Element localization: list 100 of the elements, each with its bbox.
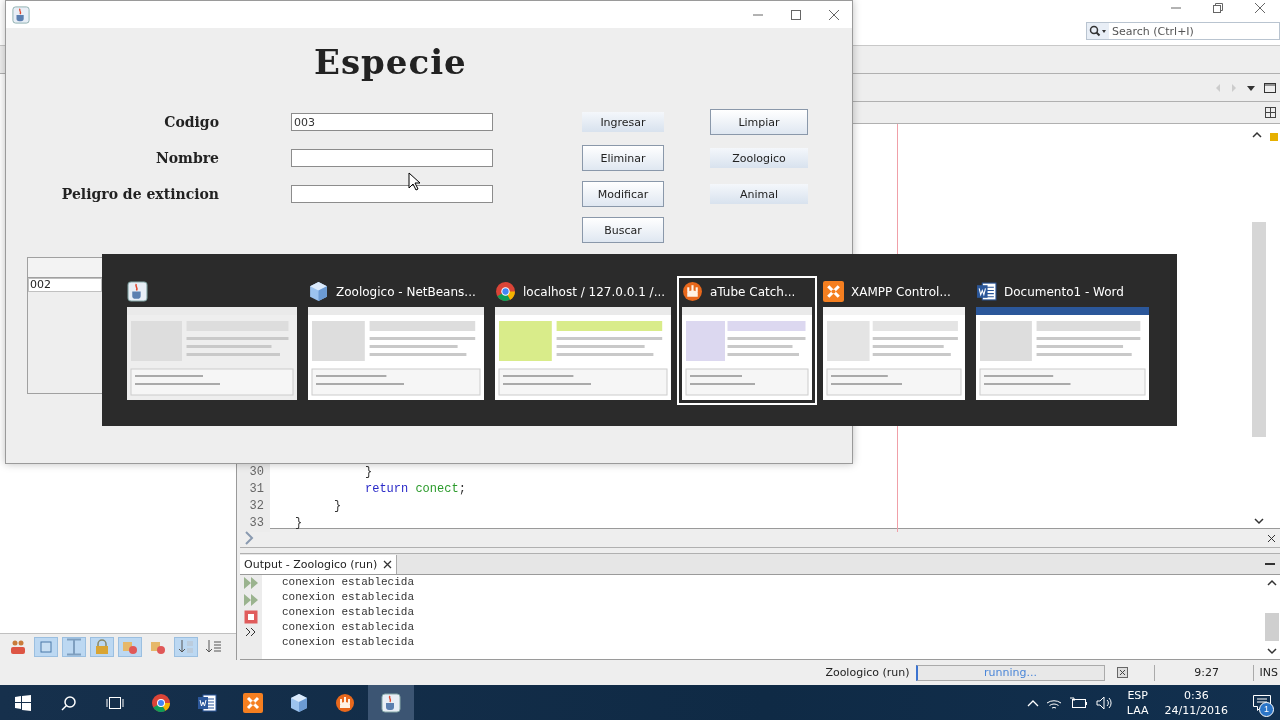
nav-button[interactable]: Animal xyxy=(710,184,808,204)
restore-icon[interactable] xyxy=(1212,2,1224,14)
paw-icon xyxy=(335,692,355,713)
form-title: Especie xyxy=(314,42,467,82)
toolbar-toggle[interactable] xyxy=(118,637,142,657)
cancel-icon[interactable] xyxy=(1116,667,1128,678)
code-line: } xyxy=(365,465,373,479)
output-line: conexion establecida xyxy=(282,620,416,635)
grid-icon[interactable] xyxy=(1265,107,1276,118)
line-number: 31 xyxy=(248,481,265,498)
action-button[interactable]: Ingresar xyxy=(582,112,664,132)
scroll-up-icon[interactable] xyxy=(1252,131,1262,139)
chevron-up-icon[interactable] xyxy=(1026,698,1039,707)
search-field[interactable]: Search (Ctrl+I) xyxy=(1086,22,1280,40)
code-line: } xyxy=(295,516,303,530)
stop-icon[interactable] xyxy=(244,610,258,624)
notification-count: 1 xyxy=(1259,702,1274,717)
scrollbar-thumb[interactable] xyxy=(1265,613,1279,641)
code-line: } xyxy=(334,499,342,513)
people-icon xyxy=(9,638,27,656)
output-line: conexion establecida xyxy=(282,575,416,590)
chrome-icon xyxy=(151,692,171,713)
lock-icon xyxy=(93,638,111,656)
toolbar-toggle[interactable] xyxy=(174,637,198,657)
text-field[interactable]: 003 xyxy=(291,113,493,131)
task-status-box: running... xyxy=(915,664,1105,681)
line-number: 32 xyxy=(248,498,265,515)
switcher-item[interactable]: localhost / 127.0.0.1 /... xyxy=(490,276,676,405)
window-title: aTube Catch... xyxy=(710,284,796,299)
bar-icon xyxy=(65,638,83,656)
cup-icon xyxy=(381,692,401,713)
cube-icon xyxy=(289,692,309,713)
close-icon[interactable] xyxy=(383,560,393,569)
cube-icon xyxy=(308,281,329,302)
marker-icon xyxy=(1270,133,1278,141)
window-title: localhost / 127.0.0.1 /... xyxy=(523,284,666,299)
action-button[interactable]: Modificar xyxy=(582,181,664,207)
more-icon[interactable] xyxy=(245,627,257,637)
cursor-icon xyxy=(408,172,420,191)
sort-icon xyxy=(177,638,195,656)
output-line: conexion establecida xyxy=(282,605,416,620)
close-icon[interactable] xyxy=(1254,2,1266,14)
line-number: 33 xyxy=(248,515,265,532)
switcher-item[interactable]: aTube Catch... xyxy=(677,276,817,405)
language-indicator[interactable]: ESP xyxy=(1127,687,1148,703)
table-cell[interactable]: 002 xyxy=(28,278,102,292)
insert-mode: INS xyxy=(1259,666,1278,679)
task-label: Zoologico (run) xyxy=(825,666,910,679)
battery-icon[interactable] xyxy=(1068,695,1089,710)
scroll-down-icon[interactable] xyxy=(1254,517,1264,525)
clock-date[interactable]: 24/11/2016 xyxy=(1164,702,1228,718)
toolbar-toggle[interactable] xyxy=(34,637,58,657)
text-field[interactable] xyxy=(291,185,493,203)
volume-icon[interactable] xyxy=(1094,694,1113,711)
xampp-icon xyxy=(243,692,263,713)
output-tab[interactable]: Output - Zoologico (run) xyxy=(240,555,398,574)
square-icon xyxy=(37,638,55,656)
toolbar-toggle[interactable] xyxy=(62,637,86,657)
clock-time[interactable]: 0:36 xyxy=(1183,687,1209,703)
field-label: Nombre xyxy=(154,150,219,166)
window-title: Documento1 - Word xyxy=(1004,284,1124,299)
toolbar-toggle[interactable] xyxy=(90,637,114,657)
action-button[interactable]: Buscar xyxy=(582,217,664,243)
chrome-icon xyxy=(495,281,516,302)
output-line: conexion establecida xyxy=(282,590,416,605)
close-icon[interactable] xyxy=(1267,533,1276,543)
search-input[interactable]: Search (Ctrl+I) xyxy=(1112,24,1272,38)
switcher-item[interactable]: XAMPP Control... xyxy=(818,276,970,405)
text-field[interactable] xyxy=(291,149,493,167)
window-title: Zoologico - NetBeans... xyxy=(336,284,476,299)
action-button[interactable]: Eliminar xyxy=(582,145,664,171)
switcher-item[interactable]: Documento1 - Word xyxy=(971,276,1154,405)
xampp-icon xyxy=(823,281,844,302)
document-icon xyxy=(976,281,997,302)
caret-position: 9:27 xyxy=(1193,666,1220,679)
scrollbar-thumb[interactable] xyxy=(1252,222,1266,437)
message-icon xyxy=(1252,693,1272,712)
taskbar-app[interactable] xyxy=(368,685,414,720)
window-title: XAMPP Control... xyxy=(851,284,951,299)
language-indicator[interactable]: LAA xyxy=(1126,702,1149,718)
windows-icon xyxy=(15,694,31,711)
nav-button[interactable]: Zoologico xyxy=(710,148,808,168)
field-label: Peligro de extincion xyxy=(60,186,219,202)
task-view-icon xyxy=(106,695,124,710)
notification-button[interactable]: 1 xyxy=(1244,685,1280,720)
search-icon[interactable] xyxy=(1089,25,1107,37)
cup-icon xyxy=(12,5,30,24)
code-line: return conect; xyxy=(365,482,466,496)
scroll-up-icon[interactable] xyxy=(1267,579,1277,587)
line-number: 30 xyxy=(248,464,265,481)
maximize-icon[interactable] xyxy=(1264,82,1276,93)
field-label: Codigo xyxy=(163,114,219,130)
close-icon[interactable] xyxy=(828,8,840,21)
scroll-down-icon[interactable] xyxy=(1267,647,1277,655)
nav-button[interactable]: Limpiar xyxy=(710,109,808,135)
document-icon xyxy=(197,692,217,713)
switcher-item[interactable]: Zoologico - NetBeans... xyxy=(303,276,489,405)
maximize-icon[interactable] xyxy=(790,8,802,21)
output-line: conexion establecida xyxy=(282,635,416,650)
search-icon xyxy=(61,694,77,711)
